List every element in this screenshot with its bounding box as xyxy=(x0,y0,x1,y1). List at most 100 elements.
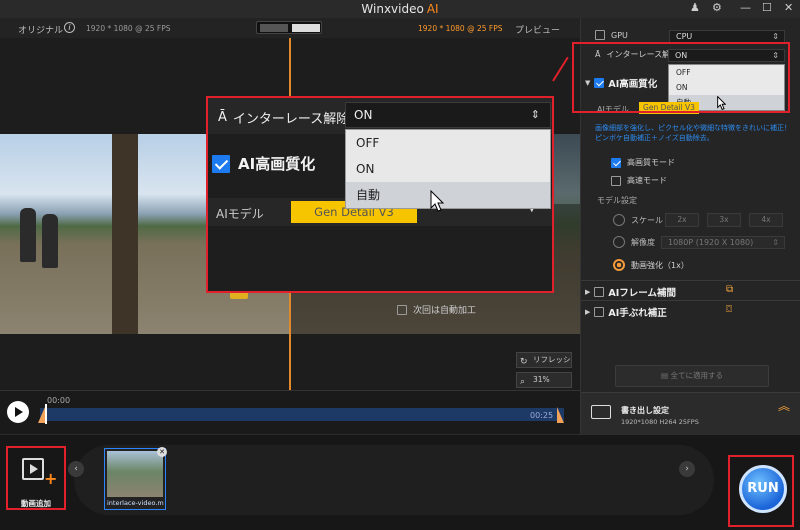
section-divider xyxy=(581,300,800,301)
deinterlace-icon: Ā xyxy=(218,110,227,125)
deinterlace-highlight xyxy=(572,42,790,113)
apply-all-button[interactable]: ▤ 全てに適用する xyxy=(615,365,769,387)
scale-label: スケール xyxy=(631,215,663,225)
minimize-button[interactable]: — xyxy=(740,1,751,14)
menu-option-off[interactable]: OFF xyxy=(346,130,550,156)
auto-process-label: 次回は自動加工 xyxy=(413,306,477,316)
updown-icon: ⇕ xyxy=(530,108,540,121)
info-icon[interactable]: i xyxy=(64,22,75,33)
zoom-control[interactable]: ⌕ 31% xyxy=(516,372,572,388)
maximize-button[interactable]: ☐ xyxy=(762,1,772,14)
original-label: オリジナル xyxy=(18,26,64,36)
bottom-bar: + 動画追加 ‹ interlace-video.mp4 ✕ › RUN xyxy=(0,434,800,530)
frame-interp-section[interactable]: ▶ AIフレーム補間 xyxy=(585,285,676,299)
menu-option-on[interactable]: ON xyxy=(346,156,550,182)
high-quality-mode-label: 高画質モード xyxy=(627,158,675,167)
callout-deinterlace-menu: OFF ON 自動 xyxy=(345,129,551,209)
play-button[interactable] xyxy=(7,401,29,423)
compare-view-toggle[interactable] xyxy=(256,21,322,34)
preview-label: プレビュー xyxy=(515,26,561,36)
clip-strip xyxy=(74,445,714,515)
time-start: 00:00 xyxy=(47,396,71,405)
run-highlight: RUN xyxy=(728,455,794,527)
auto-process-checkbox[interactable] xyxy=(397,304,407,315)
updown-icon: ⇕ xyxy=(772,32,779,41)
clip-thumbnail[interactable]: interlace-video.mp4 xyxy=(104,448,166,510)
fast-mode-label: 高速モード xyxy=(627,176,667,185)
film-icon xyxy=(22,458,44,480)
gpu-option[interactable]: GPU xyxy=(595,30,628,40)
gpu-checkbox[interactable] xyxy=(595,30,605,40)
mouse-cursor-icon xyxy=(430,190,444,212)
resolution-option[interactable]: 解像度 xyxy=(613,236,655,248)
original-resolution: 1920 * 1080 @ 25 FPS xyxy=(86,24,171,33)
stabilize-label: AI手ぶれ補正 xyxy=(608,308,667,319)
clip-name: interlace-video.mp4 xyxy=(107,499,164,507)
video-enhance-radio[interactable] xyxy=(613,259,625,271)
auto-process-option[interactable]: 次回は自動加工 xyxy=(397,303,476,316)
fast-mode-option[interactable]: 高速モード xyxy=(611,175,667,186)
stabilize-section[interactable]: ▶ AI手ぶれ補正 xyxy=(585,305,667,319)
high-quality-mode-checkbox[interactable] xyxy=(611,157,621,168)
callout-deinterlace-select[interactable]: ON ⇕ xyxy=(345,102,551,128)
person-figure xyxy=(42,214,58,268)
ai-model-description: 画像細部を強化し、ピクセル化や微細な特徴をきれいに補正！ピンボケ自動補正＋ノイズ… xyxy=(595,124,791,142)
export-settings[interactable]: 書き出し設定 1920*1080 H264 25FPS ︽ xyxy=(581,392,800,434)
scale-radio[interactable] xyxy=(613,214,625,226)
scale-4x[interactable]: 4x xyxy=(749,213,783,227)
app-title: Winxvideo AI xyxy=(361,2,439,16)
export-settings-title: 書き出し設定 xyxy=(621,406,669,415)
scroll-right-button[interactable]: › xyxy=(679,461,695,477)
frame-interp-label: AIフレーム補間 xyxy=(608,288,676,299)
section-divider xyxy=(581,280,800,281)
run-button[interactable]: RUN xyxy=(739,465,787,513)
callout-ai-enhance-checkbox[interactable] xyxy=(212,154,230,173)
add-video-label: 動画追加 xyxy=(21,499,51,508)
refresh-icon: ↻ xyxy=(520,357,528,367)
deinterlace-callout: Ā インターレース解除 ON ⇕ AI高画質化 AIモデル Gen Detail… xyxy=(206,96,554,293)
scale-option[interactable]: スケール xyxy=(613,214,663,226)
side-by-side-icon[interactable] xyxy=(292,24,320,32)
callout-deinterlace-label: Ā インターレース解除 xyxy=(218,110,350,127)
zoom-icon: ⌕ xyxy=(520,377,526,387)
fast-mode-checkbox[interactable] xyxy=(611,175,621,186)
time-end: 00:25 xyxy=(530,411,554,420)
title-bar: Winxvideo AI ♟ ⚙ — ☐ ✕ xyxy=(0,0,800,18)
export-settings-info: 1920*1080 H264 25FPS xyxy=(621,418,699,426)
timeline-track[interactable] xyxy=(40,408,564,421)
high-quality-mode-option[interactable]: 高画質モード xyxy=(611,157,675,168)
resolution-select[interactable]: 1080P (1920 X 1080) ⇕ xyxy=(661,236,785,249)
frame-interp-icon: ⧉ xyxy=(726,284,734,295)
add-video-button[interactable]: + 動画追加 xyxy=(6,446,66,510)
refresh-button[interactable]: ↻ リフレッシュ xyxy=(516,352,572,378)
camera-icon: ⌼ xyxy=(726,304,732,315)
gear-icon[interactable]: ⚙ xyxy=(712,1,722,14)
updown-icon: ⇕ xyxy=(772,238,779,247)
preview-header: オリジナル i 1920 * 1080 @ 25 FPS 1920 * 1080… xyxy=(0,18,580,38)
apply-all-label: 全てに適用する xyxy=(670,371,723,380)
stabilize-checkbox[interactable] xyxy=(594,307,605,317)
callout-ai-model-label: AIモデル xyxy=(216,207,264,221)
person-figure xyxy=(20,208,36,262)
chevron-up-icon[interactable]: ︽ xyxy=(778,400,790,412)
split-view-icon[interactable] xyxy=(260,24,288,32)
gpu-label: GPU xyxy=(611,30,628,40)
tree-trunk xyxy=(112,134,138,334)
scroll-left-button[interactable]: ‹ xyxy=(68,461,84,477)
close-button[interactable]: ✕ xyxy=(784,1,793,14)
menu-option-auto[interactable]: 自動 xyxy=(346,182,550,208)
clip-thumbnail-image xyxy=(107,451,163,497)
remove-clip-icon[interactable]: ✕ xyxy=(157,447,167,457)
scale-3x[interactable]: 3x xyxy=(707,213,741,227)
video-enhance-option[interactable]: 動画強化（1x） xyxy=(613,259,689,271)
playhead[interactable] xyxy=(45,404,48,424)
timeline: 00:00 00:25 xyxy=(0,390,580,434)
user-icon[interactable]: ♟ xyxy=(690,1,700,14)
expand-triangle-icon[interactable]: ▶ xyxy=(585,308,590,316)
resolution-radio[interactable] xyxy=(613,236,625,248)
scale-2x[interactable]: 2x xyxy=(665,213,699,227)
model-settings-label: モデル設定 xyxy=(597,196,637,205)
frame-interp-checkbox[interactable] xyxy=(594,287,605,297)
expand-triangle-icon[interactable]: ▶ xyxy=(585,288,590,296)
callout-ai-enhance[interactable]: AI高画質化 xyxy=(212,153,315,174)
